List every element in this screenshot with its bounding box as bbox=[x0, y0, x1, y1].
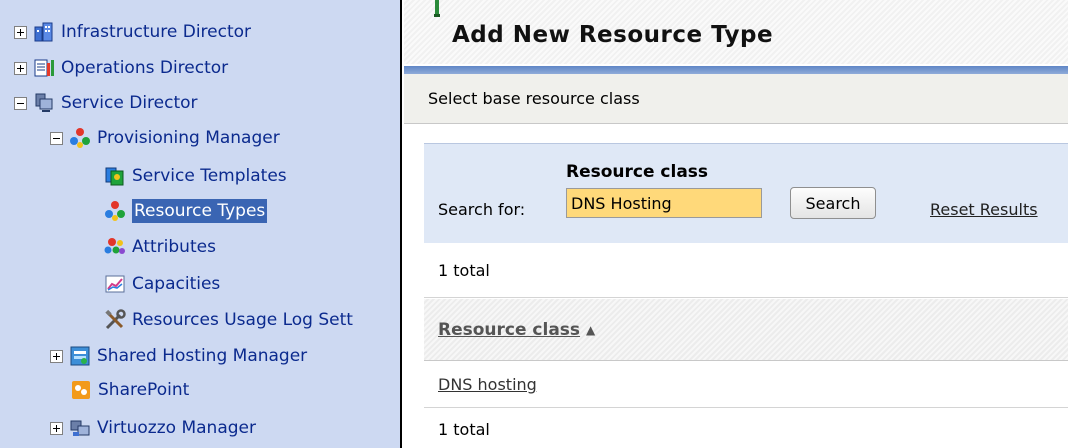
tree-item-label: Resources Usage Log Sett bbox=[132, 310, 353, 330]
resource-class-link[interactable]: DNS hosting bbox=[438, 375, 537, 394]
main-panel: Add New Resource Type Select base resour… bbox=[404, 0, 1068, 448]
expand-icon[interactable] bbox=[50, 421, 63, 435]
expand-icon[interactable] bbox=[50, 349, 63, 363]
tree-item-resources-usage-log[interactable]: Resources Usage Log Sett bbox=[104, 303, 353, 337]
tree-item-label: Provisioning Manager bbox=[97, 128, 280, 148]
search-button[interactable]: Search bbox=[790, 187, 876, 219]
search-input[interactable] bbox=[566, 188, 762, 218]
sharepoint-icon bbox=[70, 379, 92, 401]
collapse-icon[interactable] bbox=[14, 96, 27, 110]
tree-item-infrastructure-director[interactable]: Infrastructure Director bbox=[14, 15, 251, 49]
collapse-icon[interactable] bbox=[50, 131, 63, 145]
building-icon bbox=[33, 21, 55, 43]
tree-item-virtuozzo-manager[interactable]: Virtuozzo Manager bbox=[50, 411, 256, 445]
sort-ascending-icon: ▲ bbox=[586, 322, 596, 337]
resource-types-icon bbox=[104, 200, 126, 222]
search-for-label: Search for: bbox=[438, 200, 526, 219]
column-header-resource-class[interactable]: Resource class bbox=[438, 320, 580, 340]
table-row: DNS hosting bbox=[424, 362, 1068, 408]
page-title: Add New Resource Type bbox=[452, 22, 774, 48]
search-column-label: Resource class bbox=[566, 162, 709, 182]
chart-icon bbox=[104, 273, 126, 295]
results-total-bottom: 1 total bbox=[438, 419, 490, 439]
table-header: Resource class ▲ bbox=[424, 299, 1068, 361]
tree-item-label: Service Templates bbox=[132, 166, 287, 186]
page-header: Add New Resource Type bbox=[404, 0, 1068, 64]
tree-item-label: Operations Director bbox=[61, 58, 229, 78]
tree-item-label: Virtuozzo Manager bbox=[97, 418, 256, 438]
service-templates-icon bbox=[104, 165, 126, 187]
tree-item-provisioning-manager[interactable]: Provisioning Manager bbox=[50, 121, 280, 155]
tree-item-label: Infrastructure Director bbox=[61, 22, 252, 42]
tree-item-label-selected: Resource Types bbox=[132, 199, 268, 223]
attributes-icon bbox=[104, 236, 126, 258]
reset-results-link[interactable]: Reset Results bbox=[930, 200, 1038, 219]
header-divider bbox=[404, 66, 1068, 74]
pin-icon bbox=[434, 0, 440, 17]
tree-item-shared-hosting-manager[interactable]: Shared Hosting Manager bbox=[50, 339, 307, 373]
tree-item-service-director[interactable]: Service Director bbox=[14, 86, 198, 120]
tree-item-sharepoint[interactable]: SharePoint bbox=[70, 373, 189, 407]
virtuozzo-icon bbox=[69, 417, 91, 439]
tree-item-label: Shared Hosting Manager bbox=[97, 346, 308, 366]
results-total: 1 total bbox=[424, 244, 1068, 298]
tree-item-label: Attributes bbox=[132, 237, 216, 257]
operations-icon bbox=[33, 57, 55, 79]
expand-icon[interactable] bbox=[14, 61, 27, 75]
tree-item-service-templates[interactable]: Service Templates bbox=[104, 159, 287, 193]
provisioning-icon bbox=[69, 127, 91, 149]
tree-item-capacities[interactable]: Capacities bbox=[104, 267, 220, 301]
service-director-icon bbox=[33, 92, 55, 114]
instruction-text: Select base resource class bbox=[404, 74, 1068, 124]
tree-item-label: SharePoint bbox=[98, 380, 190, 400]
tree-item-operations-director[interactable]: Operations Director bbox=[14, 51, 228, 85]
tools-icon bbox=[104, 309, 126, 331]
tree-item-label: Capacities bbox=[132, 274, 221, 294]
tree-item-attributes[interactable]: Attributes bbox=[104, 230, 216, 264]
navigation-tree: Infrastructure Director Operations Direc… bbox=[0, 0, 402, 448]
tree-item-label: Service Director bbox=[61, 93, 198, 113]
tree-item-resource-types[interactable]: Resource Types bbox=[104, 194, 268, 228]
expand-icon[interactable] bbox=[14, 25, 27, 39]
search-panel: Resource class Search for: Search Reset … bbox=[424, 143, 1068, 243]
shared-hosting-icon bbox=[69, 345, 91, 367]
